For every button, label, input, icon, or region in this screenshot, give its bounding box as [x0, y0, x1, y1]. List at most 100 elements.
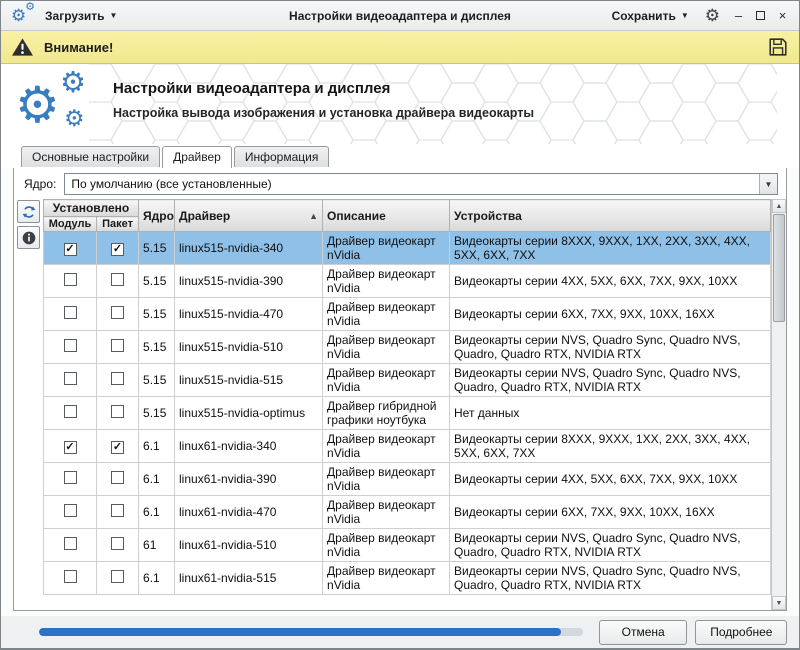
package-checkbox[interactable]	[111, 372, 124, 385]
minimize-button[interactable]: –	[732, 9, 745, 23]
table-row[interactable]: 5.15 linux515-nvidia-510 Драйвер видеока…	[44, 331, 771, 364]
kernel-select[interactable]: По умолчанию (все установленные) ▼	[64, 173, 778, 195]
module-checkbox[interactable]	[64, 504, 77, 517]
maximize-icon	[756, 11, 765, 20]
settings-gear-icon[interactable]: ⚙	[705, 7, 720, 24]
module-checkbox[interactable]	[64, 273, 77, 286]
module-checkbox[interactable]	[64, 405, 77, 418]
module-checkbox[interactable]	[64, 339, 77, 352]
module-checkbox[interactable]	[64, 570, 77, 583]
table-row[interactable]: 6.1 linux61-nvidia-390 Драйвер видеокарт…	[44, 463, 771, 496]
select-dropdown-icon[interactable]: ▼	[759, 174, 777, 194]
cell-kernel: 6.1	[139, 562, 175, 595]
maximize-button[interactable]	[754, 9, 767, 23]
package-checkbox[interactable]	[111, 570, 124, 583]
column-header-kernel[interactable]: Ядро	[139, 200, 175, 232]
cell-description: Драйвер видеокарт nVidia	[323, 232, 450, 265]
cell-kernel: 5.15	[139, 364, 175, 397]
package-checkbox[interactable]	[111, 306, 124, 319]
app-header: ⚙ ⚙ ⚙ Настройки видеоадаптера и дисплея …	[1, 64, 799, 144]
cell-description: Драйвер видеокарт nVidia	[323, 430, 450, 463]
package-checkbox[interactable]	[111, 405, 124, 418]
scroll-down-button[interactable]: ▼	[772, 596, 786, 610]
tab-driver[interactable]: Драйвер	[162, 146, 232, 168]
cell-driver: linux61-nvidia-510	[175, 529, 323, 562]
cell-description: Драйвер видеокарт nVidia	[323, 529, 450, 562]
package-checkbox[interactable]: ✓	[111, 441, 124, 454]
column-header-installed[interactable]: Установлено	[44, 200, 139, 217]
cell-kernel: 5.15	[139, 232, 175, 265]
cell-description: Драйвер гибридной графики ноутбука	[323, 397, 450, 430]
cell-devices: Видеокарты серии 6XX, 7XX, 9XX, 10XX, 16…	[450, 496, 771, 529]
progress-bar	[39, 628, 583, 636]
scrollbar-track[interactable]	[772, 213, 786, 596]
driver-panel: Ядро: По умолчанию (все установленные) ▼	[13, 167, 787, 611]
module-checkbox[interactable]	[64, 471, 77, 484]
page-title: Настройки видеоадаптера и дисплея	[113, 80, 534, 97]
module-checkbox[interactable]: ✓	[64, 441, 77, 454]
column-header-module[interactable]: Модуль	[44, 217, 97, 232]
cell-description: Драйвер видеокарт nVidia	[323, 331, 450, 364]
module-checkbox[interactable]	[64, 372, 77, 385]
cell-devices: Видеокарты серии 8XXX, 9XXX, 1XX, 2XX, 3…	[450, 232, 771, 265]
cell-devices: Видеокарты серии NVS, Quadro Sync, Quadr…	[450, 529, 771, 562]
close-button[interactable]: ×	[776, 9, 789, 23]
app-gear-icon: ⚙⚙	[11, 5, 35, 27]
table-row[interactable]: 5.15 linux515-nvidia-390 Драйвер видеока…	[44, 265, 771, 298]
cell-devices: Видеокарты серии NVS, Quadro Sync, Quadr…	[450, 562, 771, 595]
cell-devices: Видеокарты серии 4XX, 5XX, 6XX, 7XX, 9XX…	[450, 463, 771, 496]
cell-driver: linux61-nvidia-470	[175, 496, 323, 529]
info-icon	[21, 230, 37, 246]
table-row[interactable]: 5.15 linux515-nvidia-470 Драйвер видеока…	[44, 298, 771, 331]
cell-driver: linux515-nvidia-optimus	[175, 397, 323, 430]
page-subtitle: Настройка вывода изображения и установка…	[113, 106, 534, 120]
cell-kernel: 5.15	[139, 397, 175, 430]
column-header-driver[interactable]: Драйвер ▲	[175, 200, 323, 232]
package-checkbox[interactable]	[111, 339, 124, 352]
refresh-button[interactable]	[17, 200, 40, 223]
module-checkbox[interactable]	[64, 537, 77, 550]
module-checkbox[interactable]	[64, 306, 77, 319]
table-row[interactable]: 6.1 linux61-nvidia-470 Драйвер видеокарт…	[44, 496, 771, 529]
refresh-icon	[21, 204, 37, 220]
kernel-select-value: По умолчанию (все установленные)	[71, 177, 271, 191]
package-checkbox[interactable]: ✓	[111, 243, 124, 256]
package-checkbox[interactable]	[111, 537, 124, 550]
table-row[interactable]: ✓ ✓ 6.1 linux61-nvidia-340 Драйвер видео…	[44, 430, 771, 463]
table-row[interactable]: 6.1 linux61-nvidia-515 Драйвер видеокарт…	[44, 562, 771, 595]
module-checkbox[interactable]: ✓	[64, 243, 77, 256]
save-file-button[interactable]	[767, 36, 789, 58]
scroll-up-button[interactable]: ▲	[772, 199, 786, 213]
vertical-scrollbar[interactable]: ▲ ▼	[771, 199, 786, 610]
save-button-label: Сохранить	[612, 9, 676, 23]
sort-ascending-icon: ▲	[309, 211, 318, 221]
package-checkbox[interactable]	[111, 471, 124, 484]
package-checkbox[interactable]	[111, 273, 124, 286]
info-button[interactable]	[17, 226, 40, 249]
tab-information[interactable]: Информация	[234, 146, 329, 167]
cell-devices: Видеокарты серии NVS, Quadro Sync, Quadr…	[450, 331, 771, 364]
package-checkbox[interactable]	[111, 504, 124, 517]
column-header-description[interactable]: Описание	[323, 200, 450, 232]
column-header-devices[interactable]: Устройства	[450, 200, 771, 232]
table-row[interactable]: ✓ ✓ 5.15 linux515-nvidia-340 Драйвер вид…	[44, 232, 771, 265]
cell-description: Драйвер видеокарт nVidia	[323, 265, 450, 298]
save-button[interactable]: Сохранить ▼	[608, 6, 693, 26]
warning-icon	[11, 37, 34, 57]
driver-table-body: ✓ ✓ 5.15 linux515-nvidia-340 Драйвер вид…	[44, 232, 771, 595]
tab-main-settings[interactable]: Основные настройки	[21, 146, 160, 167]
cell-driver: linux61-nvidia-390	[175, 463, 323, 496]
scrollbar-thumb[interactable]	[773, 214, 785, 322]
column-header-package[interactable]: Пакет	[97, 217, 139, 232]
details-button[interactable]: Подробнее	[695, 620, 787, 645]
table-row[interactable]: 61 linux61-nvidia-510 Драйвер видеокарт …	[44, 529, 771, 562]
cancel-button[interactable]: Отмена	[599, 620, 687, 645]
table-row[interactable]: 5.15 linux515-nvidia-optimus Драйвер гиб…	[44, 397, 771, 430]
cell-kernel: 6.1	[139, 463, 175, 496]
table-row[interactable]: 5.15 linux515-nvidia-515 Драйвер видеока…	[44, 364, 771, 397]
kernel-label: Ядро:	[24, 177, 56, 191]
progress-fill	[39, 628, 561, 636]
load-button[interactable]: Загрузить ▼	[41, 6, 121, 26]
app-logo-gears-icon: ⚙ ⚙ ⚙	[15, 66, 103, 142]
cell-driver: linux515-nvidia-470	[175, 298, 323, 331]
